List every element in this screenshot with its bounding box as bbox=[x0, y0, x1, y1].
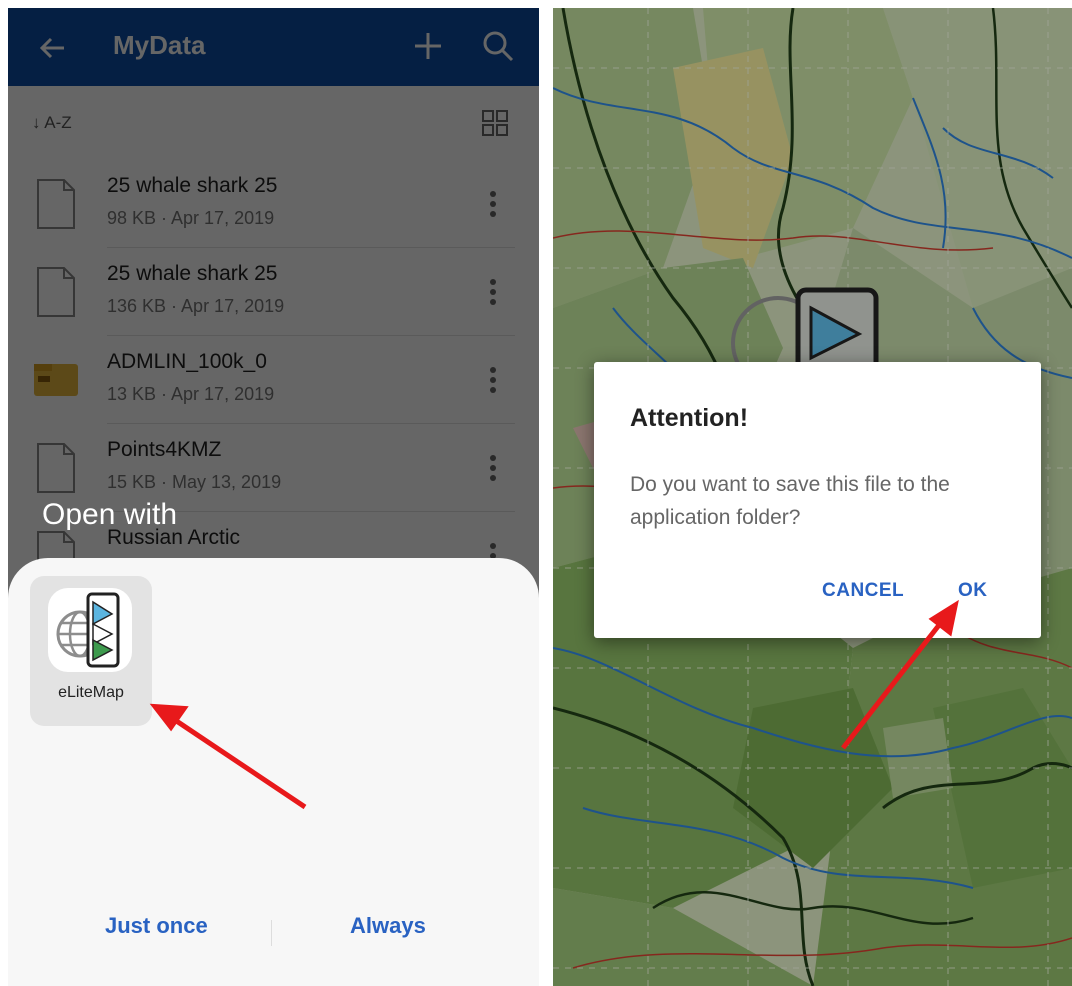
just-once-button[interactable]: Just once bbox=[105, 913, 208, 939]
more-vert-icon[interactable] bbox=[485, 186, 501, 222]
map-screen: Attention! Do you want to save this file… bbox=[553, 8, 1072, 986]
search-icon[interactable] bbox=[478, 26, 518, 66]
plus-icon[interactable] bbox=[408, 26, 448, 66]
dialog-title: Attention! bbox=[630, 404, 749, 432]
always-button[interactable]: Always bbox=[350, 913, 426, 939]
open-with-title: Open with bbox=[42, 498, 178, 531]
sort-label: A-Z bbox=[44, 113, 72, 132]
divider bbox=[271, 920, 272, 946]
attention-dialog: Attention! Do you want to save this file… bbox=[594, 362, 1041, 638]
open-with-sheet: eLiteMap Just once Always bbox=[8, 558, 539, 986]
app-label: eLiteMap bbox=[58, 684, 124, 701]
file-name: Points4KMZ bbox=[107, 438, 222, 461]
file-name: 25 whale shark 25 bbox=[107, 174, 278, 197]
file-meta: 13 KB · Apr 17, 2019 bbox=[107, 384, 275, 404]
file-icon bbox=[37, 267, 75, 317]
file-meta: 136 KB · Apr 17, 2019 bbox=[107, 296, 285, 316]
sort-arrow-icon: ↓ bbox=[32, 113, 45, 132]
app-title: MyData bbox=[113, 30, 206, 60]
file-meta: 98 KB · Apr 17, 2019 bbox=[107, 208, 275, 228]
dialog-message: Do you want to save this file to the app… bbox=[630, 473, 950, 529]
file-icon bbox=[37, 179, 75, 229]
file-name: 25 whale shark 25 bbox=[107, 262, 278, 285]
list-item[interactable]: 25 whale shark 25 98 KB · Apr 17, 2019 bbox=[8, 160, 539, 248]
file-icon bbox=[37, 443, 75, 493]
list-item[interactable]: ADMLIN_100k_0 13 KB · Apr 17, 2019 bbox=[8, 336, 539, 424]
sort-bar: ↓ A-Z bbox=[8, 86, 539, 160]
app-bar: MyData bbox=[8, 8, 539, 86]
zip-icon bbox=[34, 364, 78, 396]
app-option-elitemap[interactable]: eLiteMap bbox=[30, 576, 152, 726]
file-name: ADMLIN_100k_0 bbox=[107, 350, 267, 373]
more-vert-icon[interactable] bbox=[485, 362, 501, 398]
grid-view-icon[interactable] bbox=[482, 110, 508, 136]
list-item[interactable]: 25 whale shark 25 136 KB · Apr 17, 2019 bbox=[8, 248, 539, 336]
file-meta: 15 KB · May 13, 2019 bbox=[107, 472, 282, 492]
ok-button[interactable]: OK bbox=[958, 580, 988, 602]
elitemap-app-icon bbox=[48, 588, 132, 672]
more-vert-icon[interactable] bbox=[485, 274, 501, 310]
file-manager-screen: MyData ↓ A-Z 25 whale shark 25 98 KB · A… bbox=[8, 8, 539, 986]
cancel-button[interactable]: CANCEL bbox=[822, 580, 904, 602]
back-arrow-icon[interactable] bbox=[32, 28, 72, 68]
more-vert-icon[interactable] bbox=[485, 450, 501, 486]
sort-button[interactable]: ↓ A-Z bbox=[32, 113, 72, 133]
